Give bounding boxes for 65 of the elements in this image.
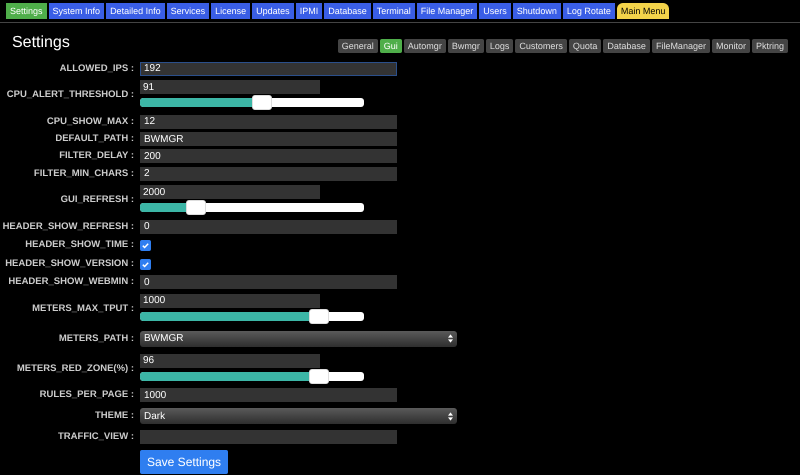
dropdown[interactable]: Dark (140, 408, 457, 424)
nav-tab[interactable]: File Manager (416, 3, 478, 19)
nav-tab[interactable]: Main Menu (616, 3, 670, 19)
text-field[interactable]: BWMGR (140, 132, 397, 146)
text-field[interactable]: 0 (140, 220, 397, 234)
section-tab[interactable]: General (338, 39, 378, 53)
field-label: CPU_ALERT_THRESHOLD : (6, 88, 134, 102)
field-label: FILTER_DELAY : (58, 149, 134, 164)
section-tab[interactable]: Monitor (712, 39, 750, 53)
save-button[interactable]: Save Settings (140, 450, 228, 474)
field-label: TRAFFIC_VIEW : (57, 430, 134, 444)
section-tab[interactable]: Database (603, 39, 650, 53)
section-tab[interactable]: Logs (486, 39, 514, 53)
field-label: FILTER_MIN_CHARS : (32, 166, 134, 180)
text-field[interactable]: 12 (140, 114, 397, 129)
text-field[interactable]: 0 (140, 275, 397, 290)
number-field[interactable]: 91 (140, 80, 320, 94)
field-label: HEADER_SHOW_REFRESH : (2, 220, 134, 234)
checkbox[interactable] (140, 258, 151, 270)
nav-tab[interactable]: Updates (252, 3, 294, 19)
updown-icon (448, 412, 453, 420)
dropdown[interactable]: BWMGR (140, 330, 457, 347)
field-label: METERS_RED_ZONE(%) : (16, 362, 134, 376)
section-tab[interactable]: FileManager (652, 39, 710, 53)
number-field[interactable]: 1000 (140, 294, 320, 308)
field-label: THEME : (94, 408, 134, 423)
text-field[interactable]: 1000 (140, 388, 397, 402)
number-field[interactable]: 2000 (140, 185, 320, 200)
text-field[interactable]: 2 (140, 166, 397, 181)
field-label: METERS_PATH : (58, 332, 134, 346)
nav-tab[interactable]: Log Rotate (562, 3, 615, 19)
field-label: ALLOWED_IPS : (58, 62, 134, 76)
nav-tab[interactable]: License (211, 3, 250, 19)
nav-tab[interactable]: Database (324, 3, 371, 19)
nav-tab[interactable]: Shutdown (512, 3, 561, 19)
nav-tab[interactable]: Users (479, 3, 511, 19)
nav-tab[interactable]: Detailed Info (106, 3, 165, 19)
slider[interactable] (140, 368, 364, 384)
field-label: RULES_PER_PAGE : (38, 388, 134, 402)
slider[interactable] (140, 200, 364, 216)
section-tab[interactable]: Bwmgr (448, 39, 484, 53)
field-label: HEADER_SHOW_WEBMIN : (7, 275, 134, 289)
field-label: HEADER_SHOW_VERSION : (4, 256, 134, 271)
nav-tab[interactable]: IPMI (296, 3, 322, 19)
field-label: CPU_SHOW_MAX : (46, 114, 134, 129)
field-label: GUI_REFRESH : (60, 193, 134, 208)
number-field[interactable]: 96 (140, 354, 320, 368)
section-tab[interactable]: Pktring (752, 39, 788, 53)
nav-tab[interactable]: Terminal (372, 3, 415, 19)
slider[interactable] (140, 95, 364, 110)
section-tab[interactable]: Customers (515, 39, 567, 53)
section-tab[interactable]: Automgr (404, 39, 446, 53)
text-field[interactable] (140, 430, 397, 444)
section-tab[interactable]: Quota (568, 39, 602, 53)
field-label: HEADER_SHOW_TIME : (24, 238, 134, 252)
updown-icon (448, 334, 453, 344)
checkbox[interactable] (140, 240, 151, 250)
slider[interactable] (140, 308, 364, 324)
field-label: METERS_MAX_TPUT : (31, 302, 134, 316)
field-label: DEFAULT_PATH : (54, 132, 134, 146)
nav-tab[interactable]: Services (166, 3, 210, 19)
text-field[interactable]: 192 (140, 62, 397, 76)
text-field[interactable]: 200 (140, 149, 397, 164)
page-title: Settings (12, 33, 70, 53)
nav-tab[interactable]: System Info (48, 3, 104, 19)
